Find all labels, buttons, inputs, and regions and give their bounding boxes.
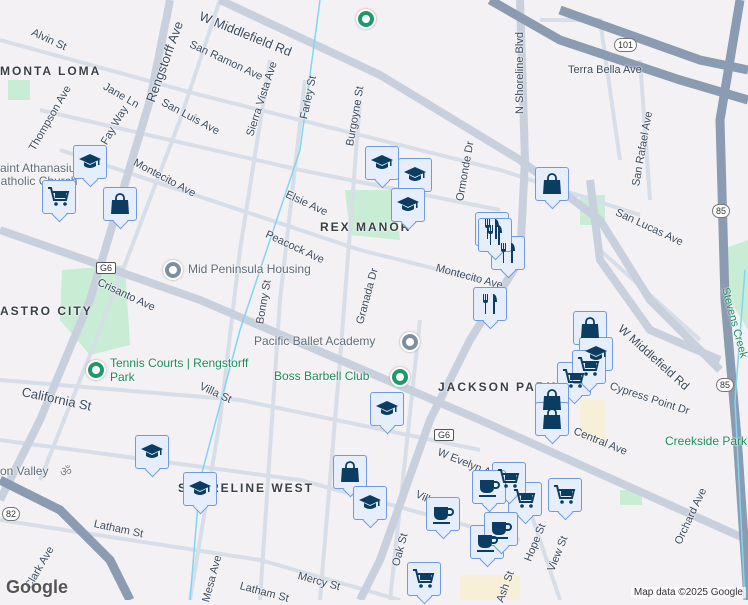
shopping-cart-icon [553,483,577,507]
school-icon [396,193,420,217]
creeks [189,0,746,600]
street-label: N Shoreline Blvd [514,32,526,114]
street-label: Terra Bella Ave [568,64,642,76]
school-marker[interactable] [370,392,404,426]
google-logo[interactable]: Google [6,577,68,598]
school-icon [188,477,212,501]
poi-label[interactable]: Tennis Courts | Rengstorff Park [110,356,250,384]
area-label: ASTRO CITY [0,304,93,318]
route-shield: G6 [96,262,117,274]
poi-label[interactable]: on Valley [0,464,48,478]
shopping-cart-icon [47,185,71,209]
shopping-cart-marker[interactable] [407,562,441,596]
shopping-bag-icon [108,192,132,216]
school-marker[interactable] [398,158,432,192]
coffee-marker[interactable] [426,497,460,531]
school-marker[interactable] [391,188,425,222]
shopping-bag-marker[interactable] [573,311,607,345]
shopping-cart-marker[interactable] [572,350,606,384]
coffee-icon [477,475,501,499]
school-icon [78,150,102,174]
area-label: MONTA LOMA [0,64,102,78]
route-shield: 85 [712,204,731,218]
school-icon [403,163,427,187]
shopping-cart-icon [412,567,436,591]
temple-icon: ॐ [60,464,72,479]
housing-pin-icon[interactable] [163,260,183,280]
shopping-bag-marker[interactable] [333,455,367,489]
school-marker[interactable] [73,145,107,179]
park-pin-icon[interactable] [86,360,106,380]
area-label: REX MANOR [320,220,412,234]
poi-label[interactable]: Mid Peninsula Housing [188,262,311,276]
shopping-bag-marker[interactable] [535,167,569,201]
poi-label[interactable]: Creekside Park [665,434,747,448]
route-shield: 101 [614,38,638,52]
school-marker[interactable] [183,472,217,506]
gym-pin-icon[interactable] [390,367,410,387]
shopping-cart-icon [577,355,601,379]
restaurant-marker[interactable] [473,287,507,321]
school-marker[interactable] [135,435,169,469]
shopping-bag-icon [540,172,564,196]
restaurant-icon [483,223,507,247]
park-pin-icon[interactable] [356,9,376,29]
shopping-bag-icon [540,407,564,431]
map-attribution[interactable]: Map data ©2025 Google [630,587,746,598]
shopping-cart-marker[interactable] [548,478,582,512]
school-icon [358,491,382,515]
shopping-bag-marker[interactable] [103,187,137,221]
school-marker[interactable] [365,146,399,180]
restaurant-icon [478,292,502,316]
coffee-marker[interactable] [472,470,506,504]
school-icon [375,397,399,421]
school-marker[interactable] [353,486,387,520]
route-shield: 85 [716,378,735,392]
shopping-cart-marker[interactable] [42,180,76,214]
school-icon [140,440,164,464]
school-icon [370,151,394,175]
academy-pin-icon[interactable] [400,332,420,352]
shopping-bag-marker[interactable] [535,402,569,436]
poi-label[interactable]: Boss Barbell Club [274,369,369,383]
shopping-bag-icon [338,460,362,484]
restaurant-marker[interactable] [478,218,512,252]
poi-label[interactable]: Pacific Ballet Academy [254,334,375,348]
coffee-icon [489,517,513,541]
route-shield: G6 [434,429,455,441]
shopping-bag-icon [578,316,602,340]
route-shield: 82 [2,507,21,521]
coffee-marker[interactable] [484,512,518,546]
coffee-icon [431,502,455,526]
